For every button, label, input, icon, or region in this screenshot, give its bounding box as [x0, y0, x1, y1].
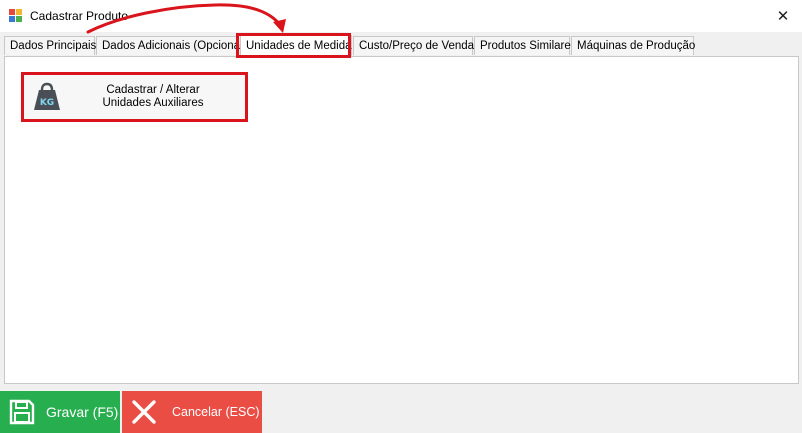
weight-kg-icon: KG: [34, 82, 60, 110]
tab-maquinas-producao[interactable]: Máquinas de Produção: [571, 36, 695, 55]
save-button[interactable]: Gravar (F5): [0, 391, 120, 433]
save-floppy-icon: [9, 399, 35, 425]
tab-dados-adicionais[interactable]: Dados Adicionais (Opcional): [96, 36, 246, 55]
product-window: Cadastrar Produto ✕ Dados Principais Dad…: [0, 0, 802, 433]
window-title: Cadastrar Produto: [30, 9, 129, 23]
tab-custo-preco-venda[interactable]: Custo/Preço de Venda: [353, 36, 474, 55]
close-x-icon: [132, 400, 156, 424]
register-aux-units-label: Cadastrar / Alterar Unidades Auxiliares: [73, 84, 233, 110]
action-label-line1: Cadastrar / Alterar: [106, 84, 200, 96]
tab-unidades-de-medida[interactable]: Unidades de Medida: [240, 35, 352, 56]
action-label-line2: Unidades Auxiliares: [102, 97, 204, 109]
tab-dados-principais[interactable]: Dados Principais: [4, 36, 96, 55]
tab-produtos-similares[interactable]: Produtos Similares: [474, 36, 577, 55]
title-bar: Cadastrar Produto ✕: [0, 0, 802, 32]
app-icon: [9, 9, 23, 23]
cancel-button-label: Cancelar (ESC): [172, 405, 260, 419]
register-aux-units-button[interactable]: KG Cadastrar / Alterar Unidades Auxiliar…: [22, 73, 246, 120]
save-button-label: Gravar (F5): [46, 404, 119, 420]
close-icon[interactable]: ✕: [764, 0, 802, 32]
cancel-button[interactable]: Cancelar (ESC): [122, 391, 262, 433]
svg-text:KG: KG: [40, 98, 54, 108]
